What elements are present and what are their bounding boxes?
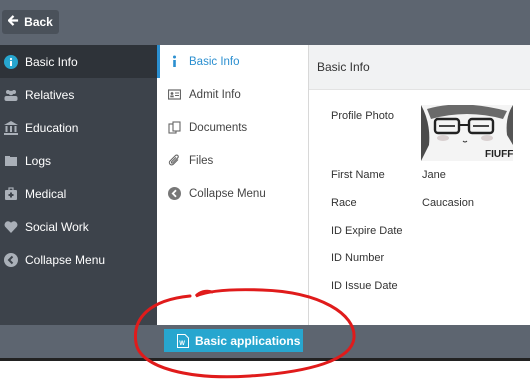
sidebar-item-label: Basic Info: [25, 54, 78, 69]
submenu-item-files[interactable]: Files: [157, 144, 308, 177]
folder-icon: [3, 153, 19, 169]
submenu-item-documents[interactable]: Documents: [157, 111, 308, 144]
paperclip-icon: [165, 154, 183, 167]
race-label: Race: [331, 197, 357, 209]
info-circle-icon: [3, 54, 19, 70]
chevron-left-circle-icon: [3, 252, 19, 268]
submenu-item-label: Basic Info: [189, 55, 240, 68]
arrow-left-icon: [7, 15, 19, 29]
submenu-item-label: Files: [189, 154, 214, 167]
profile-photo-label: Profile Photo: [331, 110, 394, 122]
sidebar-item-medical[interactable]: Medical: [0, 177, 157, 210]
sidebar-item-label: Social Work: [25, 219, 89, 234]
top-toolbar: Back: [0, 0, 530, 45]
heart-icon: [3, 219, 19, 235]
sidebar-item-label: Collapse Menu: [25, 252, 106, 267]
word-doc-icon: W: [177, 333, 189, 348]
back-button-label: Back: [24, 15, 53, 29]
submenu-item-label: Collapse Menu: [189, 187, 266, 200]
info-icon: [165, 55, 183, 68]
id-card-icon: [165, 88, 183, 101]
id-expire-date-label: ID Expire Date: [331, 225, 403, 237]
sidebar-item-relatives[interactable]: Relatives: [0, 78, 157, 111]
panel-header: Basic Info: [309, 45, 530, 90]
users-icon: [3, 87, 19, 103]
id-number-label: ID Number: [331, 252, 385, 264]
photo-caption: FIUFF: [485, 149, 513, 160]
sidebar-item-logs[interactable]: Logs: [0, 144, 157, 177]
back-button[interactable]: Back: [2, 10, 59, 34]
submenu-item-admit-info[interactable]: Admit Info: [157, 78, 308, 111]
submenu-item-label: Documents: [189, 121, 248, 134]
panel-title: Basic Info: [317, 60, 370, 74]
first-name-label: First Name: [331, 169, 385, 181]
submenu: Basic Info Admit Info Documents Files Co…: [157, 45, 309, 325]
sidebar-item-label: Logs: [25, 153, 52, 168]
main-panel: Basic Info Profile Photo FIUFF First Nam…: [309, 45, 530, 325]
institution-icon: [3, 120, 19, 136]
sidebar-item-basic-info[interactable]: Basic Info: [0, 45, 157, 78]
basic-applications-label: Basic applications: [195, 333, 301, 348]
basic-applications-button[interactable]: W Basic applications: [164, 329, 303, 352]
bottom-edge: [0, 358, 530, 361]
race-value: Caucasion: [422, 197, 474, 209]
profile-photo[interactable]: FIUFF: [421, 105, 513, 161]
sidebar-item-social-work[interactable]: Social Work: [0, 210, 157, 243]
submenu-item-label: Admit Info: [189, 88, 241, 101]
submenu-item-basic-info[interactable]: Basic Info: [157, 45, 308, 78]
medkit-icon: [3, 186, 19, 202]
sidebar-item-education[interactable]: Education: [0, 111, 157, 144]
sidebar: Basic Info Relatives Education Logs Medi…: [0, 45, 157, 325]
sidebar-item-label: Education: [25, 120, 79, 135]
sidebar-item-collapse-menu[interactable]: Collapse Menu: [0, 243, 157, 276]
id-issue-date-label: ID Issue Date: [331, 280, 398, 292]
svg-text:W: W: [179, 341, 185, 347]
sidebar-item-label: Medical: [25, 186, 67, 201]
submenu-item-collapse-menu[interactable]: Collapse Menu: [157, 177, 308, 210]
chevron-left-circle-icon: [165, 187, 183, 200]
sidebar-item-label: Relatives: [25, 87, 75, 102]
documents-icon: [165, 121, 183, 134]
first-name-value: Jane: [422, 169, 446, 181]
